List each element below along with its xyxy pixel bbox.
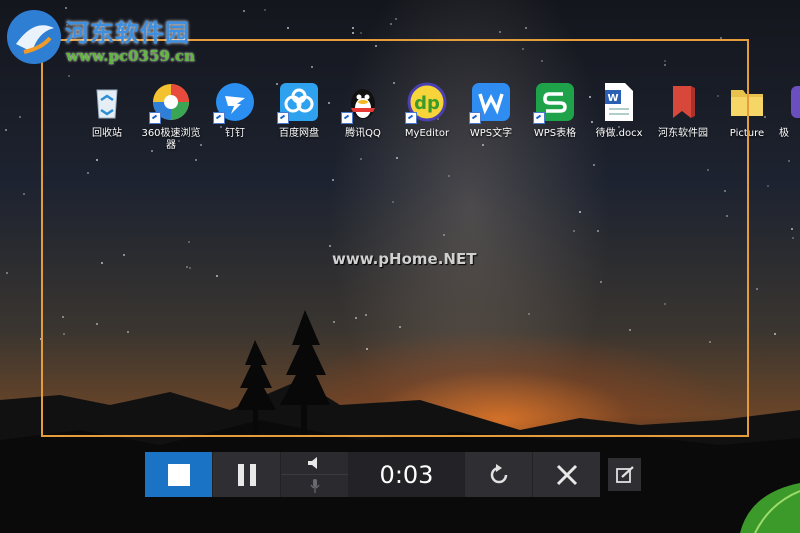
recording-region-frame[interactable] <box>41 39 749 437</box>
star <box>525 27 527 29</box>
star <box>243 10 245 12</box>
restart-icon <box>490 463 507 483</box>
star <box>6 272 8 274</box>
recording-timer: 0:03 <box>348 452 464 497</box>
site-logo <box>7 10 61 64</box>
star <box>264 9 266 11</box>
close-icon <box>556 464 577 485</box>
partial-app-icon <box>779 82 800 122</box>
desktop-icon-label: 极 <box>779 128 789 139</box>
microphone-toggle[interactable] <box>281 474 348 497</box>
star <box>352 27 354 29</box>
speaker-toggle[interactable] <box>281 452 348 474</box>
star <box>65 7 67 9</box>
star <box>390 23 392 25</box>
speaker-icon <box>307 457 317 469</box>
star <box>791 228 793 230</box>
audio-controls <box>280 452 348 497</box>
star <box>395 18 397 20</box>
recording-toolbar: 0:03 <box>145 452 600 497</box>
stop-icon <box>167 463 190 486</box>
annotate-icon <box>615 465 634 483</box>
star <box>360 32 362 34</box>
star <box>19 116 21 118</box>
pause-button[interactable] <box>212 452 280 497</box>
restart-button[interactable] <box>464 452 532 497</box>
star <box>774 333 776 335</box>
microphone-icon <box>310 479 319 493</box>
annotate-button[interactable] <box>608 458 641 491</box>
star <box>788 160 790 162</box>
site-url: www.pc0359.cn <box>66 47 196 65</box>
pause-icon <box>237 463 256 486</box>
star <box>352 32 354 34</box>
plant-leaf-decoration <box>740 483 800 533</box>
star <box>287 27 289 29</box>
star <box>23 193 25 195</box>
watermark-text: www.pHome.NET <box>332 250 477 268</box>
stop-button[interactable] <box>145 452 212 497</box>
star <box>756 288 758 290</box>
star <box>5 129 7 131</box>
desktop-icon[interactable]: 极 <box>779 82 800 140</box>
star <box>792 237 794 239</box>
site-title: 河东软件园 <box>65 18 190 47</box>
star <box>767 185 769 187</box>
cancel-recording-button[interactable] <box>532 452 600 497</box>
star <box>499 31 501 33</box>
